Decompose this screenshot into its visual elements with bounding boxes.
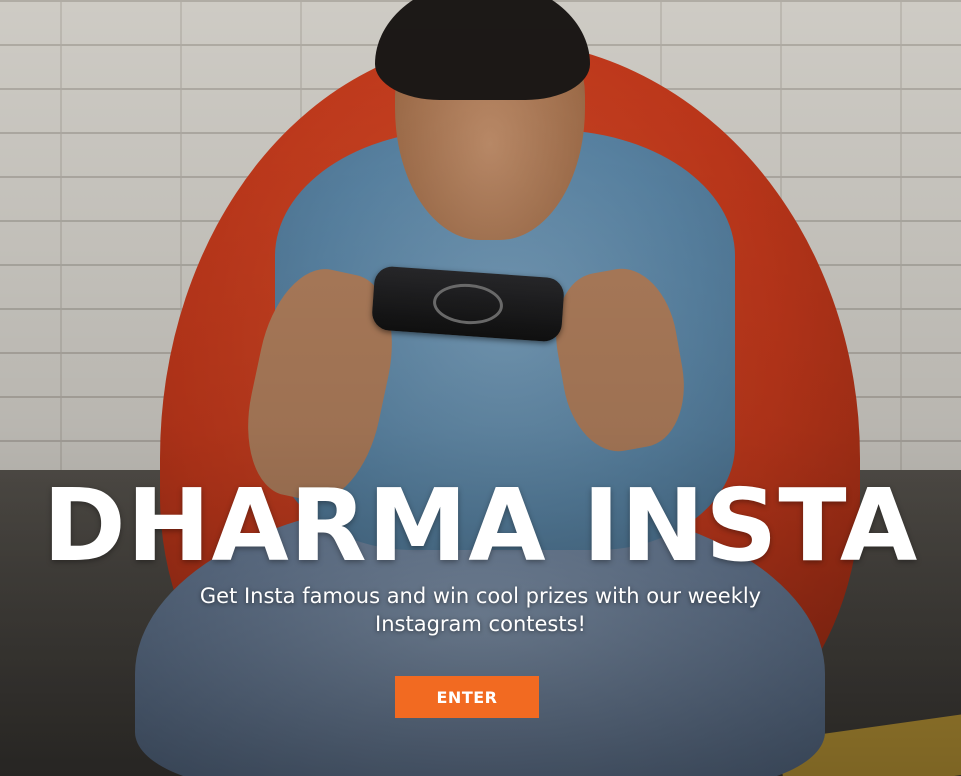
background-overlay xyxy=(0,0,961,776)
enter-button[interactable]: ENTER xyxy=(395,676,539,718)
hero-content: DHARMA INSTA Get Insta famous and win co… xyxy=(0,470,961,638)
hero-subtitle: Get Insta famous and win cool prizes wit… xyxy=(199,584,762,636)
page-title: DHARMA INSTA xyxy=(42,467,919,584)
hero-banner: DHARMA INSTA Get Insta famous and win co… xyxy=(0,0,961,776)
